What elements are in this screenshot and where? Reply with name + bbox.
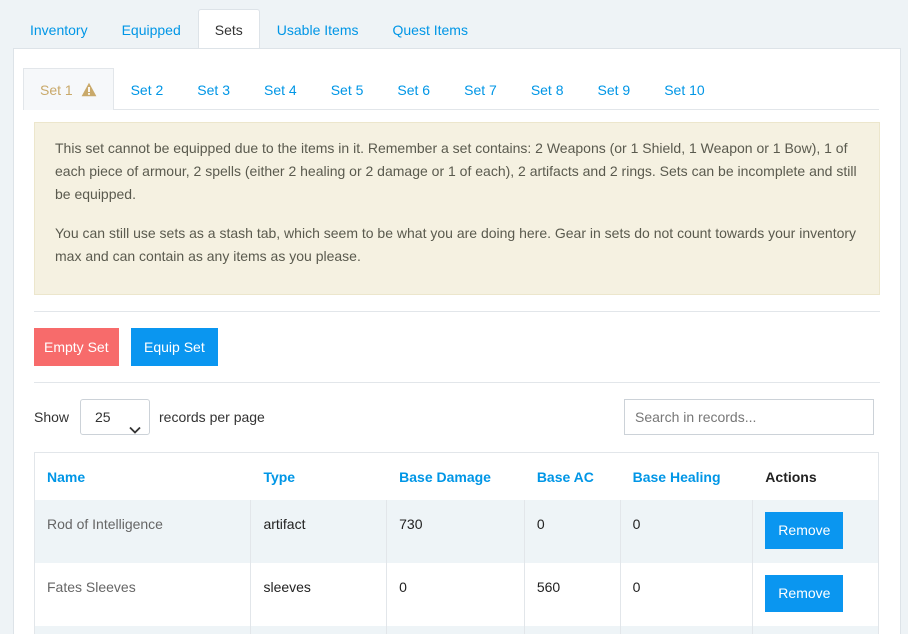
set-tab-8[interactable]: Set 8	[514, 68, 581, 110]
set-tab-4[interactable]: Set 4	[247, 68, 314, 110]
set-tab-7[interactable]: Set 7	[447, 68, 514, 110]
empty-set-button[interactable]: Empty Set	[34, 328, 119, 366]
set-tab-6[interactable]: Set 6	[380, 68, 447, 110]
set-warning-alert: This set cannot be equipped due to the i…	[34, 122, 880, 295]
top-tabs: Inventory Equipped Sets Usable Items Que…	[13, 9, 485, 49]
warning-icon	[81, 71, 97, 113]
column-header-actions: Actions	[765, 468, 817, 485]
table-cell	[35, 626, 252, 634]
table-row: Rod of Intelligence artifact 730 0 0 Rem…	[35, 500, 878, 563]
item-base-ac: 0	[525, 500, 621, 563]
table-cell	[753, 626, 878, 634]
table-cell	[621, 626, 754, 634]
item-actions: Remove	[753, 500, 878, 563]
records-per-page-select[interactable]: 25	[80, 399, 150, 435]
tab-equipped[interactable]: Equipped	[105, 9, 198, 49]
table-header-row: Name Type Base Damage Base AC Base Heali…	[35, 453, 878, 500]
item-base-damage: 0	[387, 563, 525, 626]
divider	[34, 311, 880, 312]
item-base-healing: 0	[621, 500, 754, 563]
item-type: sleeves	[251, 563, 388, 626]
column-header-base-damage[interactable]: Base Damage	[387, 453, 525, 500]
items-table: Name Type Base Damage Base AC Base Heali…	[34, 452, 879, 634]
column-header-name[interactable]: Name	[35, 453, 251, 500]
equip-set-button[interactable]: Equip Set	[131, 328, 218, 366]
item-actions: Remove	[753, 563, 878, 626]
set-tab-2[interactable]: Set 2	[114, 68, 181, 110]
alert-paragraph-rules: This set cannot be equipped due to the i…	[55, 140, 857, 202]
records-per-page-value: 25	[95, 409, 111, 425]
set-tabs: Set 1 Set 2 Set 3 Set 4 Set 5 Set 6 Set …	[23, 68, 879, 110]
divider	[34, 382, 880, 383]
item-name: Fates Sleeves	[35, 563, 252, 626]
tab-inventory[interactable]: Inventory	[13, 9, 105, 49]
item-base-damage: 730	[387, 500, 525, 563]
column-header-base-ac[interactable]: Base AC	[525, 453, 621, 500]
set-tab-5[interactable]: Set 5	[314, 68, 381, 110]
column-header-type[interactable]: Type	[251, 453, 387, 500]
set-tab-1[interactable]: Set 1	[23, 68, 114, 110]
item-base-ac: 560	[525, 563, 621, 626]
tab-usable-items[interactable]: Usable Items	[260, 9, 376, 49]
table-row: Fates Sleeves sleeves 0 560 0 Remove	[35, 563, 878, 626]
item-base-healing: 0	[621, 563, 754, 626]
tab-quest-items[interactable]: Quest Items	[375, 9, 484, 49]
set-tab-10[interactable]: Set 10	[647, 68, 721, 110]
search-input[interactable]: Search in records...	[624, 399, 874, 435]
set-tab-9[interactable]: Set 9	[581, 68, 648, 110]
remove-button[interactable]: Remove	[765, 512, 844, 549]
tab-sets[interactable]: Sets	[197, 9, 260, 49]
set-tab-label: Set 1	[40, 82, 73, 98]
table-cell	[387, 626, 525, 634]
remove-button[interactable]: Remove	[765, 575, 844, 612]
table-cell	[251, 626, 388, 634]
item-name: Rod of Intelligence	[35, 500, 252, 563]
set-tab-3[interactable]: Set 3	[180, 68, 247, 110]
chevron-down-icon	[129, 412, 141, 446]
column-header-base-healing[interactable]: Base Healing	[621, 453, 754, 500]
show-label: Show	[34, 409, 70, 425]
item-type: artifact	[251, 500, 388, 563]
records-per-page-label: records per page	[159, 409, 265, 425]
table-cell	[525, 626, 621, 634]
table-row	[35, 626, 878, 634]
alert-paragraph-stash: You can still use sets as a stash tab, w…	[55, 225, 857, 264]
